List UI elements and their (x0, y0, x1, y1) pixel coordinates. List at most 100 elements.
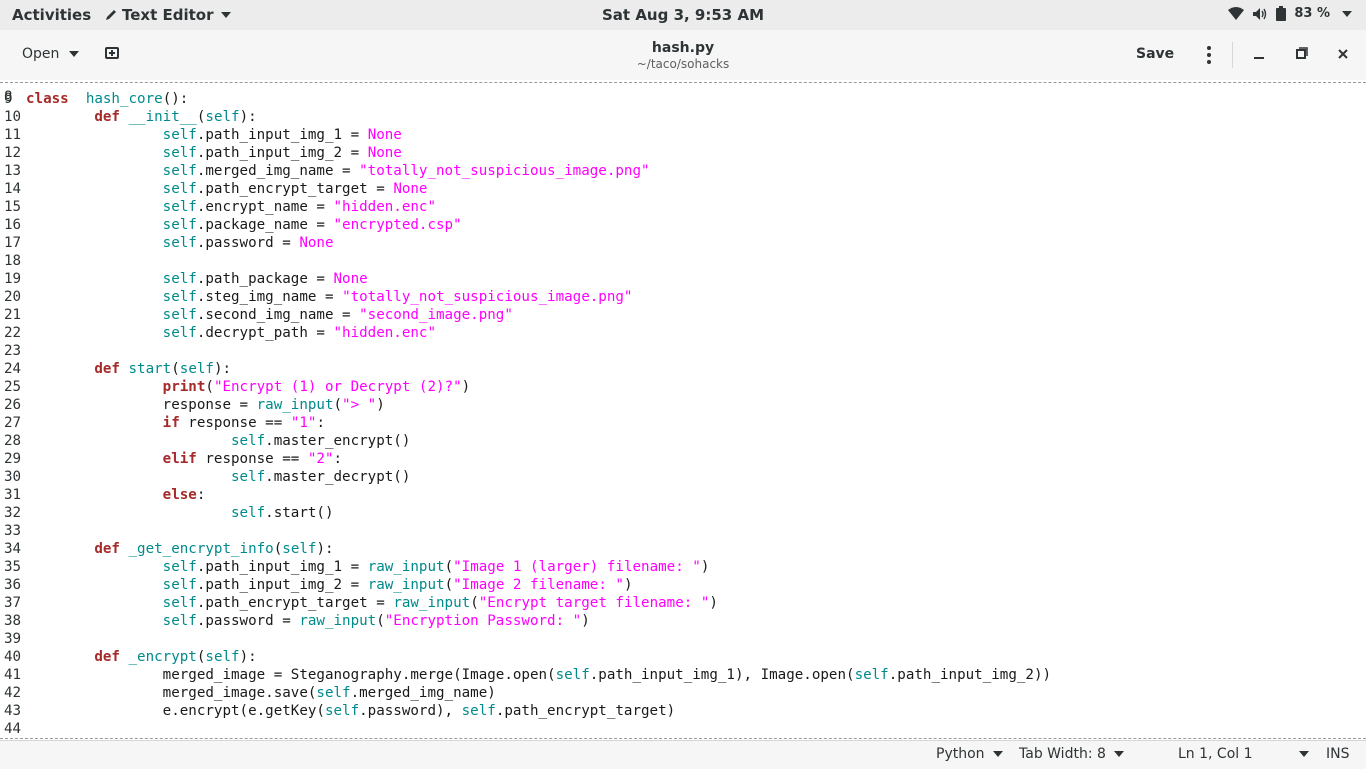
code-line[interactable]: 20 self.steg_img_name = "totally_not_sus… (0, 288, 1366, 306)
code-line[interactable]: 39 (0, 630, 1366, 648)
code-token: "Image 1 (larger) filename: " (453, 559, 701, 575)
code-line[interactable]: 17 self.password = None (0, 234, 1366, 252)
code-token: self (231, 469, 266, 485)
app-menu[interactable]: Text Editor (104, 6, 232, 24)
code-text: elif response == "2": (26, 450, 342, 468)
code-token: .path_encrypt_target = (196, 181, 394, 197)
code-token: .start() (265, 505, 334, 521)
line-number: 18 (4, 253, 22, 269)
line-number: 11 (4, 127, 22, 143)
line-number: 14 (4, 181, 22, 197)
close-icon[interactable] (1334, 45, 1352, 63)
code-line[interactable]: 43 e.encrypt(e.getKey(self.password), se… (0, 702, 1366, 720)
line-number: 10 (4, 109, 22, 125)
code-token: ( (470, 595, 479, 611)
language-selector[interactable]: Python (936, 746, 1003, 762)
new-document-icon[interactable] (104, 45, 120, 61)
code-token: None (367, 145, 402, 161)
code-line[interactable]: 25 print("Encrypt (1) or Decrypt (2)?") (0, 378, 1366, 396)
code-line[interactable]: 13 self.merged_img_name = "totally_not_s… (0, 162, 1366, 180)
code-token: merged_image.save( (26, 685, 317, 701)
code-line[interactable]: 38 self.password = raw_input("Encryption… (0, 612, 1366, 630)
code-token: raw_input (393, 595, 471, 611)
code-text: print("Encrypt (1) or Decrypt (2)?") (26, 378, 471, 396)
code-text: self.password = None (26, 234, 334, 252)
code-token: .package_name = (196, 217, 334, 233)
code-line[interactable]: 14 self.path_encrypt_target = None (0, 180, 1366, 198)
code-token: response == (196, 451, 308, 467)
save-button[interactable]: Save (1136, 46, 1174, 62)
code-line[interactable]: 37 self.path_encrypt_target = raw_input(… (0, 594, 1366, 612)
code-line[interactable]: 35 self.path_input_img_1 = raw_input("Im… (0, 558, 1366, 576)
code-line[interactable]: 29 elif response == "2": (0, 450, 1366, 468)
activities-button[interactable]: Activities (12, 6, 91, 24)
code-line[interactable]: 26 response = raw_input("> ") (0, 396, 1366, 414)
insert-mode-indicator[interactable]: INS (1326, 746, 1350, 762)
line-number: 16 (4, 217, 22, 233)
code-line[interactable]: 28 self.master_encrypt() (0, 432, 1366, 450)
clock[interactable]: Sat Aug 3, 9:53 AM (602, 6, 764, 24)
code-text: self.encrypt_name = "hidden.enc" (26, 198, 436, 216)
system-status-menu[interactable]: 83 % (1228, 6, 1352, 21)
code-token: class (26, 91, 69, 107)
code-token: self (162, 289, 197, 305)
code-token: raw_input (299, 613, 377, 629)
code-line[interactable]: 19 self.path_package = None (0, 270, 1366, 288)
code-line[interactable]: 9 class hash_core(): (0, 90, 1366, 108)
code-line[interactable]: 18 (0, 252, 1366, 270)
code-line[interactable]: 23 (0, 342, 1366, 360)
code-line[interactable]: 40 def _encrypt(self): (0, 648, 1366, 666)
code-token: ) (709, 595, 718, 611)
code-text: e.encrypt(e.getKey(self.password), self.… (26, 702, 676, 720)
code-token: .merged_img_name = (196, 163, 360, 179)
code-token: "encrypted.csp" (333, 217, 462, 233)
code-token: .path_input_img_1), Image.open( (589, 667, 855, 683)
code-line[interactable]: 31 else: (0, 486, 1366, 504)
tab-width-selector[interactable]: Tab Width: 8 (1019, 746, 1124, 762)
code-token: "hidden.enc" (333, 325, 437, 341)
code-line[interactable]: 15 self.encrypt_name = "hidden.enc" (0, 198, 1366, 216)
pencil-icon (106, 10, 116, 20)
code-line[interactable]: 27 if response == "1": (0, 414, 1366, 432)
maximize-icon[interactable] (1292, 45, 1310, 63)
code-line[interactable]: 30 self.master_decrypt() (0, 468, 1366, 486)
minimize-icon[interactable] (1250, 45, 1268, 63)
code-line[interactable]: 10 def __init__(self): (0, 108, 1366, 126)
code-token: "totally_not_suspicious_image.png" (342, 289, 633, 305)
code-line[interactable]: 34 def _get_encrypt_info(self): (0, 540, 1366, 558)
code-text: else: (26, 486, 206, 504)
line-number: 36 (4, 577, 22, 593)
code-line[interactable]: 16 self.package_name = "encrypted.csp" (0, 216, 1366, 234)
code-token: self (282, 541, 317, 557)
code-token: ) (461, 379, 471, 395)
code-line[interactable]: 21 self.second_img_name = "second_image.… (0, 306, 1366, 324)
cursor-position-selector[interactable]: Ln 1, Col 1 (1178, 746, 1309, 762)
code-line[interactable]: 41 merged_image = Steganography.merge(Im… (0, 666, 1366, 684)
code-token: self (162, 613, 197, 629)
code-line[interactable]: 36 self.path_input_img_2 = raw_input("Im… (0, 576, 1366, 594)
code-token: .path_package = (196, 271, 334, 287)
code-editor[interactable]: 8 9 class hash_core(): 10 def __init__(sel… (0, 80, 1366, 740)
code-line[interactable]: 22 self.decrypt_path = "hidden.enc" (0, 324, 1366, 342)
code-token: (): (162, 91, 189, 107)
menu-icon[interactable] (1203, 44, 1215, 66)
code-token: self (231, 505, 266, 521)
code-token: .steg_img_name = (196, 289, 343, 305)
code-token: raw_input (367, 577, 445, 593)
code-line[interactable]: 32 self.start() (0, 504, 1366, 522)
open-button[interactable]: Open (22, 46, 80, 62)
page-divider (0, 738, 1366, 739)
code-text: def start(self): (26, 360, 231, 378)
code-line[interactable]: 12 self.path_input_img_2 = None (0, 144, 1366, 162)
code-line[interactable]: 44 (0, 720, 1366, 738)
code-line[interactable]: 33 (0, 522, 1366, 540)
code-line[interactable]: 24 def start(self): (0, 360, 1366, 378)
line-number: 44 (4, 721, 22, 737)
code-line[interactable]: 11 self.path_input_img_1 = None (0, 126, 1366, 144)
language-label: Python (936, 746, 985, 762)
code-line[interactable]: 42 merged_image.save(self.merged_img_nam… (0, 684, 1366, 702)
